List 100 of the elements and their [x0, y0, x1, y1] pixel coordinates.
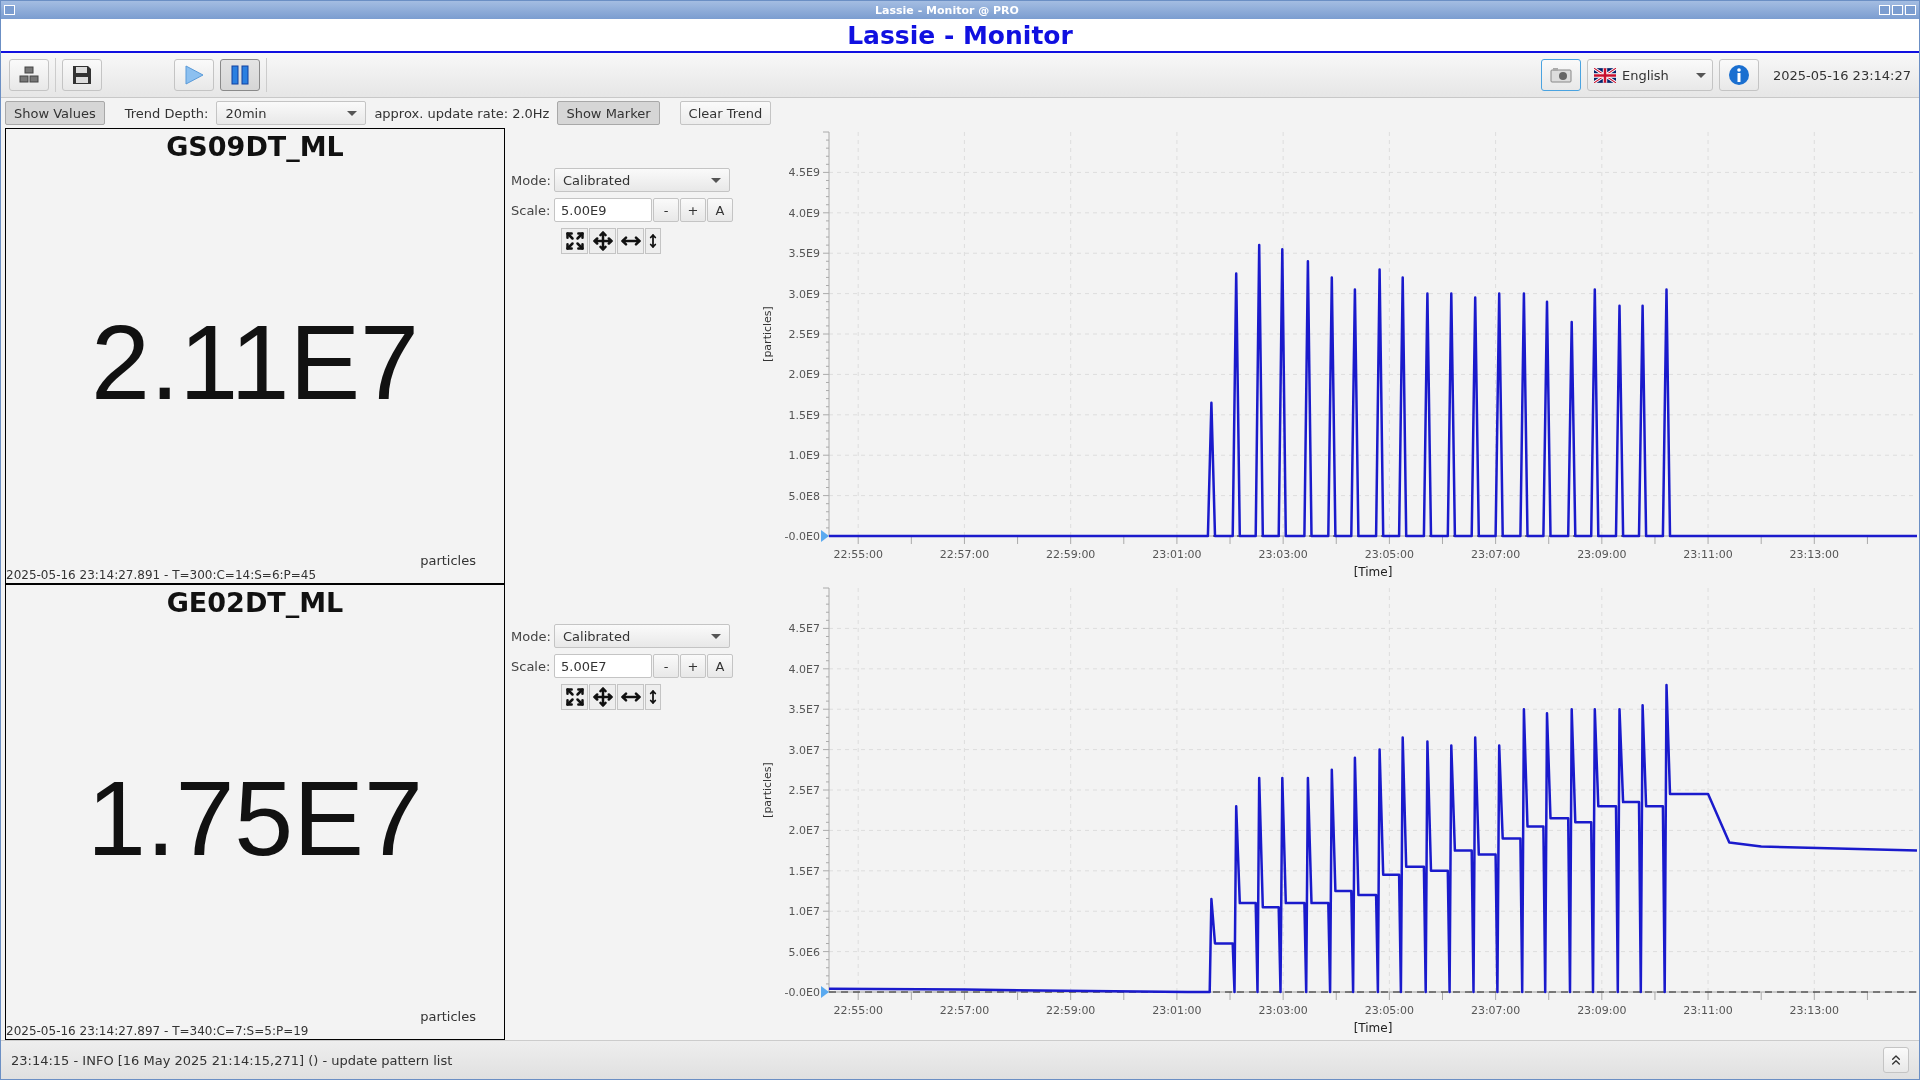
tick-label: 23:09:00 [1577, 1004, 1627, 1017]
tick-label: 3.5E7 [788, 703, 820, 717]
tick-label: 2.5E9 [788, 328, 820, 341]
timestamp-info: 2025-05-16 23:14:27.897 - T=340:C=7:S=5:P=19 [6, 1024, 310, 1039]
scale-field[interactable]: 5.00E9 [554, 198, 652, 222]
tick-label: 23:09:00 [1577, 548, 1627, 561]
scale-step-button[interactable]: + [680, 198, 706, 222]
zoom-horizontal-button[interactable] [617, 684, 644, 710]
tick-label: 5.0E6 [788, 945, 820, 959]
caret-icon [347, 110, 358, 116]
camera-button[interactable] [1540, 59, 1581, 91]
tick-label: 23:07:00 [1470, 548, 1521, 561]
unit-label: particles [419, 553, 477, 568]
axis-title: [Time] [1353, 1021, 1393, 1035]
update-rate-label: approx. update rate: [374, 105, 509, 121]
tick-label: 1.0E9 [788, 449, 820, 463]
scale-label: Scale: [511, 202, 549, 218]
mode-dropdown[interactable]: Calibrated [554, 624, 730, 648]
tick-label: 1.5E7 [788, 864, 820, 878]
tick-label: 3.0E7 [788, 743, 820, 757]
mode-dropdown[interactable]: Calibrated [554, 168, 730, 192]
scale-label: Scale: [511, 658, 549, 674]
caret-icon [711, 633, 721, 639]
update-rate: 2.0Hz [512, 105, 550, 121]
tick-label: 23:11:00 [1683, 1004, 1733, 1017]
tick-label: 2.0E9 [788, 368, 820, 382]
save-button[interactable] [62, 59, 102, 91]
tick-label: 23:13:00 [1789, 548, 1839, 561]
mode-label: Mode: [511, 172, 549, 188]
pause-button[interactable] [220, 59, 260, 91]
tick-label: 23:05:00 [1364, 548, 1415, 561]
show-marker-button[interactable]: Show Marker [557, 101, 660, 125]
stacked-boxes-icon [18, 65, 40, 85]
axis-title: [particles] [761, 306, 774, 362]
tick-label: 23:05:00 [1364, 1004, 1415, 1017]
scale-field[interactable]: 5.00E7 [554, 654, 652, 678]
status-message: 23:14:15 - INFO [16 May 2025 21:14:15,271] () - update pattern list [11, 1052, 453, 1068]
tick-label: 2.5E7 [788, 784, 820, 797]
monitor-name: GE02DT_ML [165, 586, 345, 618]
tick-label: 4.5E7 [788, 622, 820, 636]
expand-icon [564, 687, 585, 707]
move-icon [592, 231, 613, 251]
tick-label: 22:57:00 [939, 1004, 990, 1017]
tick-label: 22:55:00 [833, 1004, 883, 1017]
tick-label: 3.5E9 [788, 247, 820, 261]
scale-step-button[interactable]: - [653, 198, 679, 222]
pause-icon [229, 64, 251, 86]
save-icon [71, 64, 93, 86]
tick-label: 23:11:00 [1683, 548, 1733, 561]
scale-step-button[interactable]: + [680, 654, 706, 678]
trend-depth-dropdown[interactable]: 20min [216, 101, 367, 125]
timestamp-info: 2025-05-16 23:14:27.891 - T=300:C=14:S=6:P=45 [6, 568, 318, 583]
zoom-vertical-button[interactable] [645, 684, 661, 710]
scale-step-button[interactable]: - [653, 654, 679, 678]
tree-button[interactable] [9, 59, 49, 91]
zoom-fit-button[interactable] [561, 228, 588, 254]
unit-label: particles [419, 1009, 477, 1024]
info-button[interactable] [1718, 59, 1759, 91]
window-title: Lassie - Monitor @ PRO [875, 3, 1019, 17]
mode-label: Mode: [511, 628, 549, 644]
tick-label: 4.0E7 [788, 662, 820, 676]
tick-label: 23:03:00 [1258, 548, 1308, 561]
tick-label: 22:55:00 [833, 548, 883, 561]
tick-label: -0.0E0 [784, 530, 820, 543]
tick-label: 22:59:00 [1046, 548, 1096, 561]
expand-icon [564, 231, 585, 251]
tick-label: 2.0E7 [788, 824, 820, 838]
monitor-value: 1.75E7 [86, 758, 424, 879]
clear-trend-button[interactable]: Clear Trend [679, 101, 772, 125]
monitor-value: 2.11E7 [89, 302, 421, 423]
zoom-vertical-button[interactable] [645, 228, 661, 254]
axis-title: [particles] [761, 762, 774, 818]
info-icon [1727, 64, 1750, 86]
tick-label: 22:57:00 [939, 548, 990, 561]
camera-icon [1549, 67, 1572, 83]
pan-button[interactable] [589, 684, 616, 710]
tick-label: 4.0E9 [788, 206, 820, 220]
tick-label: 5.0E8 [788, 489, 820, 503]
zoom-horizontal-button[interactable] [617, 228, 644, 254]
marker-icon [821, 530, 829, 542]
axis-title: [Time] [1353, 565, 1393, 579]
tick-label: 23:01:00 [1152, 1004, 1202, 1017]
expand-log-button[interactable] [1883, 1047, 1909, 1073]
pan-button[interactable] [589, 228, 616, 254]
zoom-fit-button[interactable] [561, 684, 588, 710]
monitor-name: GS09DT_ML [165, 130, 345, 162]
show-values-button[interactable]: Show Values [5, 101, 105, 125]
tick-label: -0.0E0 [784, 986, 820, 999]
scale-step-button[interactable]: A [707, 654, 733, 678]
tick-label: 23:07:00 [1470, 1004, 1521, 1017]
clock: 2025-05-16 23:14:27 [1772, 67, 1911, 83]
play-icon [183, 64, 205, 86]
tick-label: 23:03:00 [1258, 1004, 1308, 1017]
move-icon [592, 687, 613, 707]
tick-label: 23:13:00 [1789, 1004, 1839, 1017]
scale-step-button[interactable]: A [707, 198, 733, 222]
language-dropdown[interactable]: English [1586, 59, 1713, 91]
tick-label: 3.0E9 [788, 287, 820, 301]
caret-icon [1695, 72, 1706, 78]
trend-depth-label: Trend Depth: [124, 105, 209, 121]
